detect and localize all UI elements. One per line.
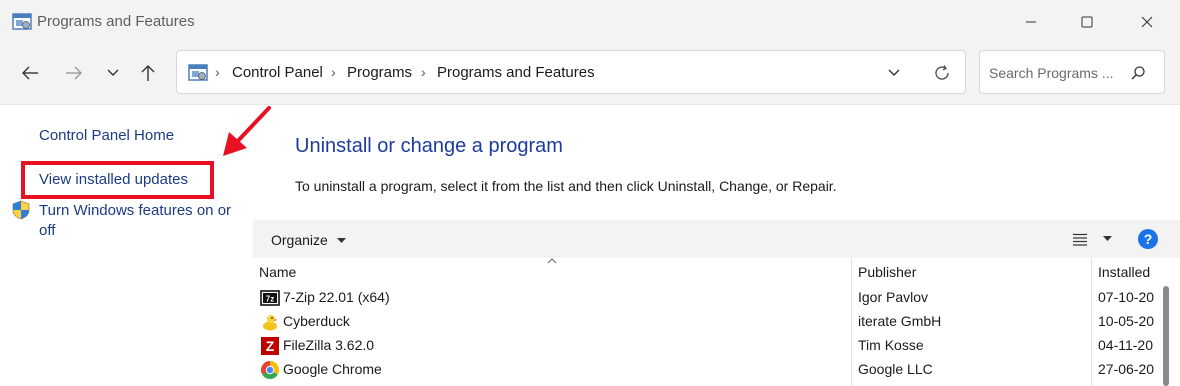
program-installed-date: 04-11-20 xyxy=(1098,337,1154,353)
program-row-7zip[interactable]: 7z 7-Zip 22.01 (x64) Igor Pavlov 07-10-2… xyxy=(253,286,1163,310)
organize-button[interactable]: Organize xyxy=(271,232,346,248)
organize-label[interactable]: Organize xyxy=(271,232,328,248)
view-list-icon[interactable] xyxy=(1072,233,1088,246)
title-bar: Programs and Features xyxy=(0,0,1180,44)
program-installed-date: 27-06-20 xyxy=(1098,361,1155,377)
search-placeholder[interactable]: Search Programs ... xyxy=(989,65,1114,81)
minimize-icon xyxy=(1026,21,1036,23)
breadcrumb-control-panel[interactable]: Control Panel xyxy=(232,64,323,81)
program-row-chrome[interactable]: Google Chrome Google LLC 27-06-20 xyxy=(253,358,1163,382)
refresh-icon[interactable] xyxy=(933,64,951,82)
page-description: To uninstall a program, select it from t… xyxy=(295,178,837,194)
forward-arrow-icon xyxy=(66,66,82,80)
red-arrow-annotation xyxy=(223,106,271,156)
up-arrow-icon xyxy=(141,65,155,81)
program-installed-date: 10-05-20 xyxy=(1098,313,1155,329)
chrome-icon xyxy=(260,361,280,380)
close-button[interactable] xyxy=(1124,8,1170,36)
address-bar[interactable]: › Control Panel › Programs › Programs an… xyxy=(176,50,966,94)
svg-text:Z: Z xyxy=(266,338,275,354)
view-options-dropdown-icon[interactable] xyxy=(1103,236,1112,242)
list-toolbar: Organize ? xyxy=(253,220,1180,258)
filezilla-icon: Z xyxy=(261,337,279,355)
control-panel-home-link[interactable]: Control Panel Home xyxy=(39,127,174,144)
search-box[interactable]: Search Programs ... xyxy=(979,50,1165,94)
svg-text:7z: 7z xyxy=(266,295,274,304)
program-row-filezilla[interactable]: Z FileZilla 3.62.0 Tim Kosse 04-11-20 xyxy=(253,334,1163,358)
program-publisher: Google LLC xyxy=(858,361,933,377)
minimize-button[interactable] xyxy=(1008,8,1054,36)
forward-button[interactable] xyxy=(59,58,89,88)
maximize-button[interactable] xyxy=(1064,8,1110,36)
cyberduck-icon xyxy=(263,315,278,331)
breadcrumb-programs-and-features[interactable]: Programs and Features xyxy=(437,64,595,81)
program-publisher: iterate GmbH xyxy=(858,313,942,329)
highlight-box xyxy=(21,161,214,199)
help-button[interactable]: ? xyxy=(1138,229,1158,249)
back-arrow-icon xyxy=(22,66,38,80)
breadcrumb-programs[interactable]: Programs xyxy=(347,64,412,81)
7zip-icon: 7z xyxy=(260,290,280,306)
column-header-installed[interactable]: Installed xyxy=(1098,264,1150,280)
search-icon[interactable] xyxy=(1130,65,1146,81)
scrollbar-thumb[interactable] xyxy=(1163,286,1169,386)
column-header-publisher[interactable]: Publisher xyxy=(858,264,916,280)
chevron-down-icon xyxy=(107,69,119,76)
program-name: FileZilla 3.62.0 xyxy=(283,337,375,353)
maximize-icon xyxy=(1081,16,1093,28)
address-dropdown-icon[interactable] xyxy=(887,68,901,78)
program-publisher: Igor Pavlov xyxy=(858,289,929,305)
program-name: Cyberduck xyxy=(283,313,350,329)
sort-ascending-icon xyxy=(547,258,557,264)
recent-locations-button[interactable] xyxy=(98,58,128,88)
back-button[interactable] xyxy=(15,58,45,88)
windows-features-link[interactable]: Turn Windows features on or xyxy=(39,202,231,219)
column-headers: Name Publisher Installed xyxy=(253,258,1180,386)
close-icon xyxy=(1141,16,1153,28)
program-row-cyberduck[interactable]: Cyberduck iterate GmbH 10-05-20 xyxy=(253,310,1163,334)
page-heading: Uninstall or change a program xyxy=(295,135,563,157)
program-name: 7-Zip 22.01 (x64) xyxy=(283,289,390,305)
navigation-bar: › Control Panel › Programs › Programs an… xyxy=(0,44,1180,105)
column-header-name[interactable]: Name xyxy=(259,264,296,280)
window-title: Programs and Features xyxy=(37,13,195,30)
program-installed-date: 07-10-20 xyxy=(1098,289,1155,305)
help-icon: ? xyxy=(1143,231,1153,247)
breadcrumb-separator: › xyxy=(215,64,220,80)
windows-features-link-continued[interactable]: off xyxy=(39,222,55,239)
control-panel-icon xyxy=(188,64,208,81)
breadcrumb-separator: › xyxy=(421,64,426,80)
up-button[interactable] xyxy=(133,58,163,88)
uac-shield-icon xyxy=(12,200,30,220)
programs-features-icon xyxy=(12,13,32,30)
program-publisher: Tim Kosse xyxy=(858,337,924,353)
breadcrumb-separator: › xyxy=(331,64,336,80)
vertical-scrollbar[interactable] xyxy=(1163,286,1169,386)
program-name: Google Chrome xyxy=(283,361,382,377)
organize-dropdown-icon xyxy=(336,238,346,244)
